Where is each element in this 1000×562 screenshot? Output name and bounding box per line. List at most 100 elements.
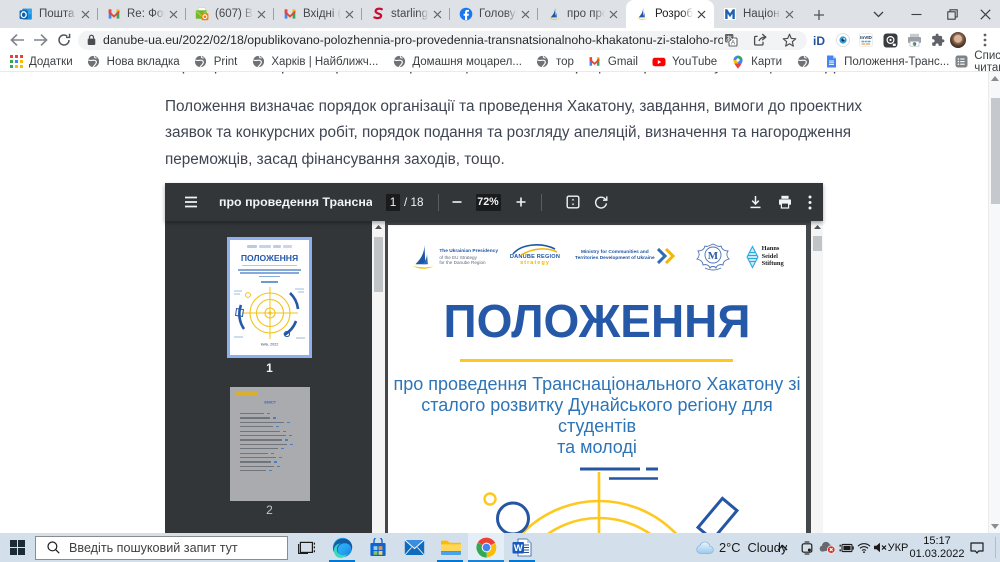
window-close-button[interactable] xyxy=(970,0,1000,28)
tab-close-icon[interactable] xyxy=(518,7,532,21)
bookmark-new-tab[interactable]: Нова вкладка xyxy=(87,55,180,69)
tab-search-chevron-icon[interactable] xyxy=(868,0,888,28)
globe-icon xyxy=(194,55,208,69)
pdf-page-input[interactable]: 1 xyxy=(386,194,400,211)
pdf-main-scrollbar-thumb[interactable] xyxy=(813,236,822,251)
tray-volume-muted-icon[interactable] xyxy=(872,533,888,562)
pdf-zoom-level[interactable]: 72% xyxy=(476,194,501,211)
thumb2-toc-rows xyxy=(240,413,300,474)
taskbar-mail-icon[interactable] xyxy=(396,533,432,562)
forward-button[interactable] xyxy=(31,28,49,52)
tab-gmail-1[interactable]: Re: Форма xyxy=(98,0,186,28)
tab-close-icon[interactable] xyxy=(694,7,708,21)
translate-icon[interactable]: あA xyxy=(723,32,739,48)
bookmark-unnamed[interactable] xyxy=(796,55,810,69)
tab-university[interactable]: Національ xyxy=(714,0,802,28)
action-center-icon[interactable] xyxy=(967,533,987,562)
new-tab-button[interactable] xyxy=(808,4,830,26)
tray-language[interactable]: УКР xyxy=(888,533,908,562)
tray-onedrive-error-icon[interactable] xyxy=(818,533,836,562)
pdf-zoom-out-button[interactable] xyxy=(451,196,463,208)
pdf-zoom-in-button[interactable] xyxy=(515,196,527,208)
extension-invid-icon[interactable]: InVID xyxy=(858,28,874,52)
tab-close-icon[interactable] xyxy=(78,7,92,21)
tray-wifi-icon[interactable] xyxy=(856,533,871,562)
tray-show-hidden-icon[interactable] xyxy=(775,533,789,562)
reload-button[interactable] xyxy=(55,28,73,52)
tab-close-icon[interactable] xyxy=(254,7,268,21)
pdf-more-options-icon[interactable] xyxy=(808,195,812,210)
extension-camera-icon[interactable] xyxy=(882,28,898,52)
tab-danube-active[interactable]: Розроблен xyxy=(626,0,714,28)
tab-danube-1[interactable]: про прове xyxy=(538,0,626,28)
window-minimize-button[interactable] xyxy=(902,0,930,28)
profile-avatar[interactable] xyxy=(950,32,966,48)
bookmarks-bar: Додатки Нова вкладка Print Харків | Найб… xyxy=(0,52,1000,72)
start-button[interactable] xyxy=(0,533,35,562)
bookmark-label: тор xyxy=(556,56,574,68)
browser-menu-icon[interactable] xyxy=(978,28,992,52)
taskbar-store-icon[interactable] xyxy=(360,533,396,562)
pdf-rotate-button[interactable] xyxy=(594,195,608,209)
bookmark-polozhennia[interactable]: Положення-Транс... xyxy=(824,55,949,69)
back-button[interactable] xyxy=(8,28,26,52)
tab-gmail-2[interactable]: Вхідні (185 xyxy=(274,0,362,28)
tab-title: Пошта – Ч xyxy=(39,8,78,20)
bookmark-star-icon[interactable] xyxy=(781,32,797,48)
taskbar-edge-icon[interactable] xyxy=(324,533,360,562)
bookmark-youtube[interactable]: YouTube xyxy=(652,55,717,69)
tray-battery-icon[interactable] xyxy=(838,533,854,562)
taskbar-word-icon[interactable]: W xyxy=(504,533,540,562)
tray-clock[interactable]: 15:17 01.03.2022 xyxy=(908,533,966,562)
tab-close-icon[interactable] xyxy=(782,7,796,21)
share-icon[interactable] xyxy=(752,32,768,48)
taskbar-explorer-icon[interactable] xyxy=(432,533,468,562)
bookmark-maps[interactable]: Карти xyxy=(731,55,782,69)
scroll-down-arrow[interactable] xyxy=(989,520,1000,533)
clipped-paragraph-line: партнерської мережі та розвиток транснац… xyxy=(165,72,847,79)
pdf-print-button[interactable] xyxy=(778,195,792,209)
tab-close-icon[interactable] xyxy=(166,7,180,21)
pdf-menu-icon[interactable] xyxy=(184,196,198,208)
pdf-download-button[interactable] xyxy=(749,195,762,209)
tray-meet-now-icon[interactable] xyxy=(799,533,815,562)
bookmark-mozzarella[interactable]: Домашня моцарел... xyxy=(392,55,522,69)
pdf-sidebar-scrollbar[interactable] xyxy=(372,221,385,533)
pdf-thumbnail-page-1[interactable]: ПОЛОЖЕННЯ xyxy=(227,237,312,358)
browser-toolbar: danube-ua.eu/2022/02/18/opublikovano-pol… xyxy=(0,28,1000,52)
pdf-thumbnail-page-2[interactable]: ЗМІСТ xyxy=(230,387,310,501)
pdf-sidebar-scrollbar-thumb[interactable] xyxy=(374,237,383,292)
bookmark-apps[interactable]: Додатки xyxy=(9,55,73,69)
taskbar-search-box[interactable]: Введіть пошуковий запит тут xyxy=(35,536,288,560)
page-scrollbar-thumb[interactable] xyxy=(991,98,1000,204)
thumb1-footer: Київ, 2022 xyxy=(245,343,294,347)
taskbar-chrome-icon[interactable] xyxy=(468,533,504,562)
window-restore-button[interactable] xyxy=(938,0,966,28)
scroll-up-arrow[interactable] xyxy=(989,72,1000,85)
tab-close-icon[interactable] xyxy=(430,7,444,21)
tab-outlook[interactable]: Пошта – Ч xyxy=(10,0,98,28)
bookmark-print[interactable]: Print xyxy=(194,55,238,69)
pdf-main-scrollbar[interactable] xyxy=(811,221,823,533)
tab-starlinger[interactable]: starlinger.c xyxy=(362,0,450,28)
tab-close-icon[interactable] xyxy=(606,7,620,21)
omnibox[interactable]: danube-ua.eu/2022/02/18/opublikovano-pol… xyxy=(78,31,807,50)
page-scrollbar[interactable] xyxy=(988,72,1000,533)
taskbar-weather[interactable]: 2°C Cloudy xyxy=(696,533,787,562)
extension-id-icon[interactable]: iD xyxy=(812,28,828,52)
pdf-fit-page-button[interactable] xyxy=(566,195,580,209)
bookmark-gmail[interactable]: Gmail xyxy=(588,55,638,69)
globe-icon xyxy=(796,55,810,69)
extensions-puzzle-icon[interactable] xyxy=(930,28,946,52)
extension-eye-icon[interactable] xyxy=(835,28,851,52)
tab-ukrnet[interactable]: (607) Вхідн xyxy=(186,0,274,28)
tab-facebook[interactable]: Головуван xyxy=(450,0,538,28)
show-desktop-divider[interactable] xyxy=(995,537,996,558)
reading-list-button[interactable]: Список читання xyxy=(955,50,1000,74)
extension-print-drive-icon[interactable] xyxy=(906,28,922,52)
task-view-button[interactable] xyxy=(288,533,324,562)
tab-close-icon[interactable] xyxy=(342,7,356,21)
maps-pin-icon xyxy=(731,55,745,69)
bookmark-kharkiv[interactable]: Харків | Найближч... xyxy=(251,55,378,69)
bookmark-tor[interactable]: тор xyxy=(536,55,574,69)
